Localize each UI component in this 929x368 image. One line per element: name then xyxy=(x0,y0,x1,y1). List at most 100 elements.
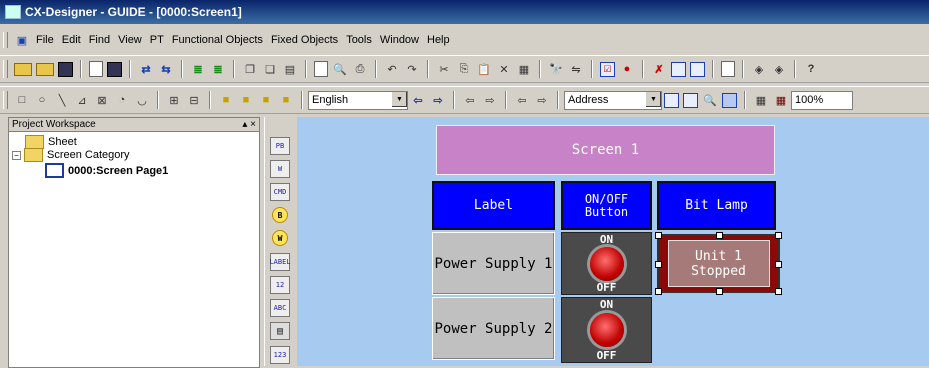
settings-check-icon[interactable] xyxy=(690,61,705,77)
push-button-icon[interactable]: PB xyxy=(270,137,290,155)
fill-color-icon[interactable]: ▦ xyxy=(753,92,769,108)
header-label[interactable]: Label xyxy=(432,181,555,230)
new-screen-icon[interactable] xyxy=(89,61,103,77)
find-icon[interactable]: 🔭 xyxy=(548,61,564,77)
copy-icon[interactable]: ⎘ xyxy=(456,61,472,77)
copy-screen-icon[interactable]: ❐ xyxy=(242,61,258,77)
tree-item-screen-page1[interactable]: 0000:Screen Page1 xyxy=(45,163,168,178)
library-register-icon[interactable]: ◈ xyxy=(771,61,787,77)
frame-next-icon[interactable]: ⇨ xyxy=(534,92,550,108)
menu-file[interactable]: File xyxy=(32,34,58,46)
toolbar-grip[interactable] xyxy=(3,91,8,109)
list-selection-icon[interactable]: ▤ xyxy=(270,322,290,340)
help-icon[interactable]: ? xyxy=(803,61,819,77)
undo-icon[interactable]: ↶ xyxy=(384,61,400,77)
word-lamp-icon[interactable]: W xyxy=(272,230,288,246)
group-icon[interactable]: ⊞ xyxy=(166,92,182,108)
delete-icon[interactable]: ✕ xyxy=(496,61,512,77)
preview-icon[interactable]: 🔍 xyxy=(332,61,348,77)
menubar-grip[interactable] xyxy=(3,32,8,48)
numeric-display-icon[interactable]: 12 xyxy=(270,276,290,294)
tree-item-screen-category[interactable]: − Screen Category xyxy=(12,148,130,162)
header-bit-lamp[interactable]: Bit Lamp xyxy=(657,181,776,230)
menu-window[interactable]: Window xyxy=(376,34,423,46)
test-icon[interactable]: ● xyxy=(619,61,635,77)
frame-prev-icon[interactable]: ⇦ xyxy=(514,92,530,108)
send-back-icon[interactable]: ■ xyxy=(238,92,254,108)
csv-export-icon[interactable]: ≣ xyxy=(210,61,226,77)
language-select[interactable]: English ▼ xyxy=(308,90,408,110)
print-icon[interactable]: ⎙ xyxy=(352,61,368,77)
bring-front-icon[interactable]: ■ xyxy=(218,92,234,108)
label-prev-icon[interactable]: ⇦ xyxy=(410,92,426,108)
menu-edit[interactable]: Edit xyxy=(58,34,85,46)
polygon-icon[interactable]: ⊠ xyxy=(94,92,110,108)
zoom-icon[interactable]: 🔍 xyxy=(702,92,718,108)
page-prev-icon[interactable]: ⇦ xyxy=(462,92,478,108)
selection-handle[interactable] xyxy=(655,232,662,239)
string-display-icon[interactable]: ABC xyxy=(270,299,290,317)
send-backward-icon[interactable]: ■ xyxy=(278,92,294,108)
menu-help[interactable]: Help xyxy=(423,34,454,46)
menu-fixed-objects[interactable]: Fixed Objects xyxy=(267,34,342,46)
validate-icon[interactable] xyxy=(671,61,686,77)
circle-icon[interactable]: ○ xyxy=(34,92,50,108)
csv-import-icon[interactable]: ≣ xyxy=(190,61,206,77)
menu-functional-objects[interactable]: Functional Objects xyxy=(168,34,267,46)
error-check-icon[interactable]: ✗ xyxy=(651,61,667,77)
paste-icon[interactable]: 📋 xyxy=(476,61,492,77)
menu-view[interactable]: View xyxy=(114,34,146,46)
check-icon[interactable]: ☑ xyxy=(600,61,615,77)
cut-icon[interactable]: ✂ xyxy=(436,61,452,77)
grid-icon[interactable] xyxy=(722,92,737,108)
tree-item-sheet[interactable]: Sheet xyxy=(25,135,77,149)
menu-find[interactable]: Find xyxy=(85,34,114,46)
screen-title-banner[interactable]: Screen 1 xyxy=(436,125,775,175)
show-id-icon[interactable] xyxy=(683,92,698,108)
power-supply-2-label[interactable]: Power Supply 2 xyxy=(432,297,555,360)
rectangle-icon[interactable]: □ xyxy=(14,92,30,108)
chevron-down-icon[interactable]: ▼ xyxy=(645,91,661,107)
bit-lamp-icon[interactable]: B xyxy=(272,207,288,223)
selection-handle[interactable] xyxy=(655,261,662,268)
ungroup-icon[interactable]: ⊟ xyxy=(186,92,202,108)
replace-icon[interactable]: ⇋ xyxy=(568,61,584,77)
line-color-icon[interactable]: ▦ xyxy=(773,92,789,108)
screen-properties-icon[interactable]: ▤ xyxy=(282,61,298,77)
library-icon[interactable]: ◈ xyxy=(751,61,767,77)
collapse-icon[interactable]: − xyxy=(12,150,21,160)
print-preview-icon[interactable] xyxy=(314,61,328,77)
polyline-icon[interactable]: ⊿ xyxy=(74,92,90,108)
workspace-controls[interactable]: ▴ × xyxy=(242,119,256,130)
unit-1-bit-lamp[interactable]: Unit 1 Stopped xyxy=(655,232,782,295)
label-icon[interactable]: LABEL xyxy=(269,253,291,271)
menu-pt[interactable]: PT xyxy=(146,34,168,46)
label-next-icon[interactable]: ⇨ xyxy=(430,92,446,108)
selection-handle[interactable] xyxy=(655,288,662,295)
header-onoff-button[interactable]: ON/OFF Button xyxy=(561,181,652,230)
selection-handle[interactable] xyxy=(775,288,782,295)
chevron-down-icon[interactable]: ▼ xyxy=(391,91,407,107)
arc-icon[interactable]: ◡ xyxy=(134,92,150,108)
memo-icon[interactable] xyxy=(721,61,735,77)
power-supply-1-toggle[interactable]: ON OFF xyxy=(561,232,652,295)
save-project-icon[interactable] xyxy=(58,61,73,77)
multiple-copy-icon[interactable]: ▦ xyxy=(516,61,532,77)
sector-icon[interactable]: ◔ xyxy=(114,92,130,108)
paste-screen-icon[interactable]: ❏ xyxy=(262,61,278,77)
word-button-icon[interactable]: W xyxy=(270,160,290,178)
redo-icon[interactable]: ↷ xyxy=(404,61,420,77)
transfer-icon[interactable]: ⇄ xyxy=(138,61,154,77)
show-address-icon[interactable] xyxy=(664,92,679,108)
menu-tools[interactable]: Tools xyxy=(342,34,376,46)
transfer-settings-icon[interactable]: ⇆ xyxy=(158,61,174,77)
power-supply-1-label[interactable]: Power Supply 1 xyxy=(432,232,555,295)
save-icon[interactable] xyxy=(107,61,122,77)
selection-handle[interactable] xyxy=(775,232,782,239)
screen-canvas[interactable]: Screen 1 Label ON/OFF Button Bit Lamp Po… xyxy=(297,117,929,366)
toolbar-grip[interactable] xyxy=(3,60,8,78)
bring-forward-icon[interactable]: ■ xyxy=(258,92,274,108)
page-next-icon[interactable]: ⇨ xyxy=(482,92,498,108)
selection-handle[interactable] xyxy=(775,261,782,268)
display-mode-select[interactable]: Address ▼ xyxy=(564,90,662,110)
